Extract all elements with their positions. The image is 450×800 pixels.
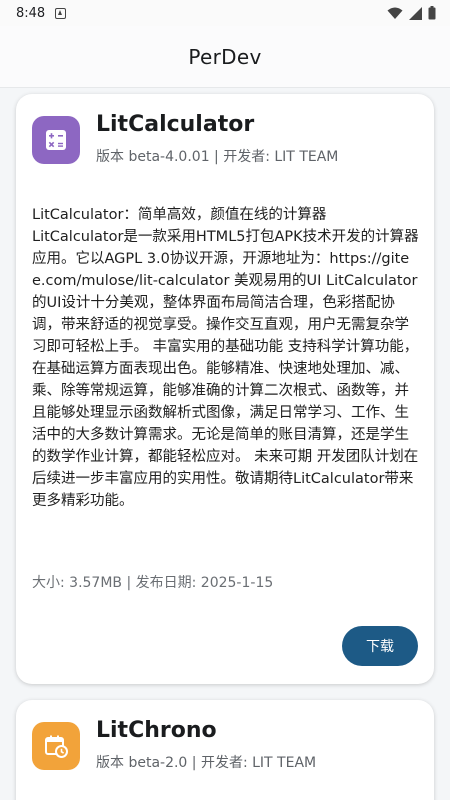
- app-name: LitChrono: [96, 718, 217, 743]
- wifi-icon: [387, 7, 403, 19]
- app-bar: PerDev: [0, 26, 450, 88]
- app-list[interactable]: LitCalculator 版本 beta-4.0.01 | 开发者: LIT …: [0, 88, 450, 800]
- app-version-developer: 版本 beta-2.0 | 开发者: LIT TEAM: [96, 755, 317, 771]
- status-bar: 8:48: [0, 0, 450, 26]
- app-size-date: 大小: 3.57MB | 发布日期: 2025-1-15: [32, 575, 274, 591]
- download-button[interactable]: 下载: [342, 626, 418, 666]
- status-time: 8:48: [16, 5, 46, 21]
- app-description: LitCalculator：简单高效，颜值在线的计算器 LitCalculato…: [32, 207, 419, 509]
- app-version-developer: 版本 beta-4.0.01 | 开发者: LIT TEAM: [96, 149, 339, 165]
- notification-icon: [55, 7, 67, 19]
- card-header: LitChrono 版本 beta-2.0 | 开发者: LIT TEAM: [32, 718, 317, 772]
- battery-icon: [428, 6, 436, 20]
- app-card-litchrono[interactable]: LitChrono 版本 beta-2.0 | 开发者: LIT TEAM: [16, 700, 434, 800]
- signal-icon: [409, 6, 422, 20]
- app-name: LitCalculator: [96, 112, 255, 137]
- calculator-icon: [32, 116, 80, 164]
- card-header: LitCalculator 版本 beta-4.0.01 | 开发者: LIT …: [32, 112, 339, 166]
- app-card-litcalculator[interactable]: LitCalculator 版本 beta-4.0.01 | 开发者: LIT …: [16, 94, 434, 684]
- calendar-clock-icon: [32, 722, 80, 770]
- app-title: PerDev: [188, 44, 262, 69]
